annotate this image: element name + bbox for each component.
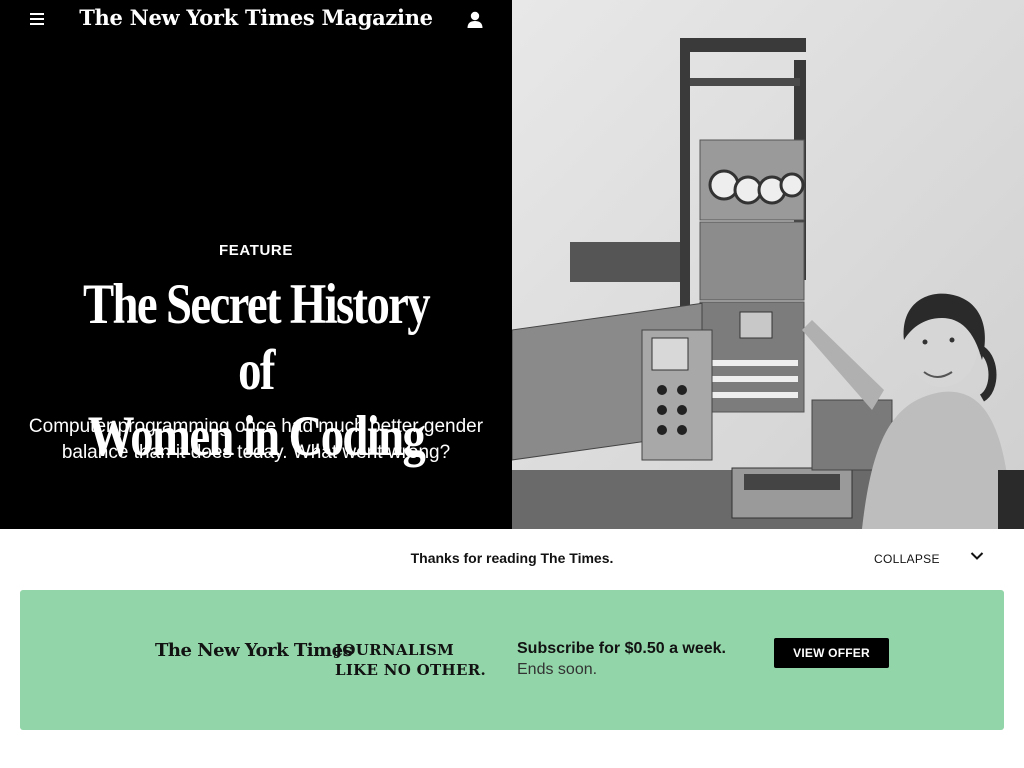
- chevron-down-icon[interactable]: [970, 551, 984, 561]
- user-account-icon[interactable]: [466, 10, 484, 30]
- tagline-line-1: JOURNALISM: [335, 641, 455, 659]
- thanks-message: Thanks for reading The Times.: [410, 550, 614, 566]
- hero-text-panel: The New York Times Magazine FEATURE The …: [0, 0, 512, 529]
- collapse-button[interactable]: COLLAPSE: [874, 552, 940, 566]
- hero-photo: [512, 0, 1024, 529]
- top-navigation-bar: The New York Times Magazine: [0, 0, 512, 40]
- tagline-line-2: LIKE NO OTHER.: [335, 661, 486, 679]
- article-summary: Computer programming once had much bette…: [28, 416, 484, 463]
- nyt-logo: The New York Times: [155, 640, 353, 661]
- subscription-drawer: Thanks for reading The Times. COLLAPSE T…: [0, 529, 1024, 768]
- view-offer-button[interactable]: VIEW OFFER: [774, 638, 889, 668]
- masthead-logo[interactable]: The New York Times Magazine: [0, 5, 512, 30]
- offer-tagline: JOURNALISM LIKE NO OTHER.: [335, 640, 486, 680]
- photo-woman-at-computer: [512, 0, 1024, 529]
- offer-banner: The New York Times JOURNALISM LIKE NO OT…: [20, 590, 1004, 730]
- headline-line-1: The Secret History of: [82, 273, 431, 402]
- offer-deadline: Ends soon.: [517, 661, 598, 678]
- article-kicker: FEATURE: [219, 242, 293, 259]
- drawer-header: Thanks for reading The Times. COLLAPSE: [0, 529, 1024, 587]
- offer-price: Subscribe for $0.50 a week.: [517, 640, 726, 657]
